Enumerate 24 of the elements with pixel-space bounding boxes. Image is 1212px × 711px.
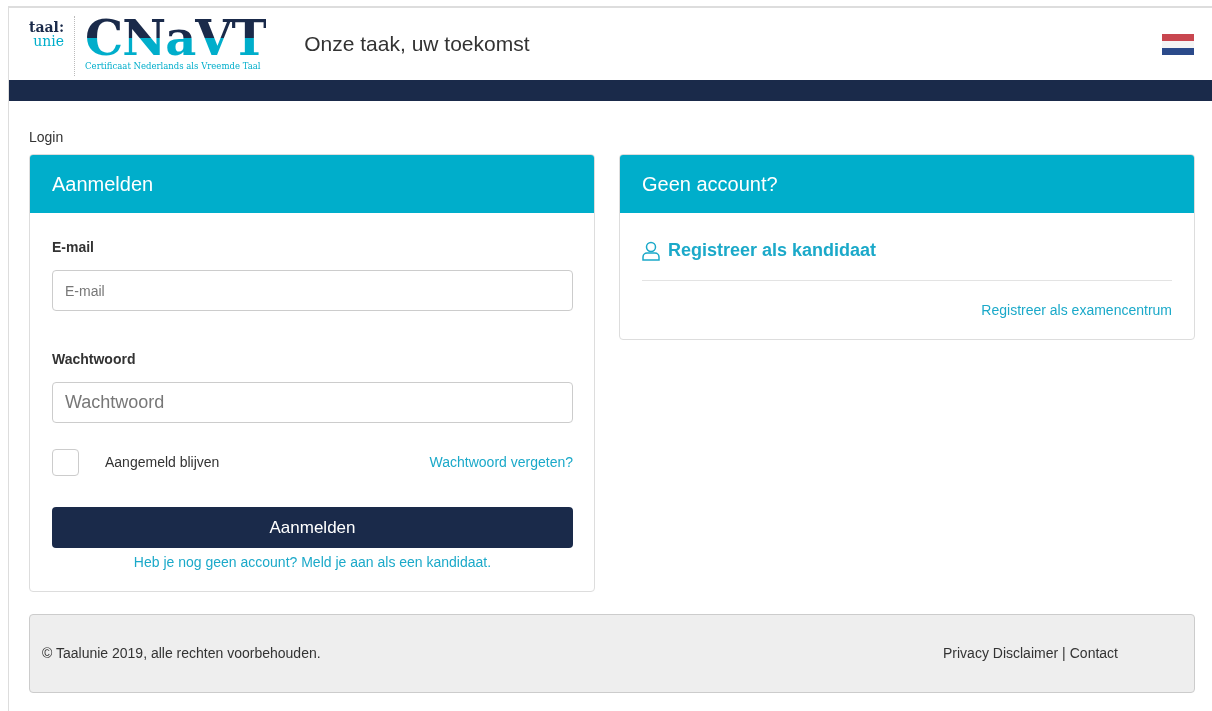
email-field[interactable]: E-mail <box>52 270 573 311</box>
flag-icon[interactable] <box>1162 33 1194 55</box>
register-candidate-link[interactable]: Registreer als kandidaat <box>668 237 877 264</box>
footer-link[interactable]: Privacy Disclaimer <box>943 643 1059 664</box>
logo-text: taal: <box>29 20 65 34</box>
password-field[interactable]: Wachtwoord <box>52 382 573 423</box>
submit-button[interactable]: Aanmelden <box>52 507 573 548</box>
copyright-text: © Taalunie 2019, alle rechten voorbehouden. <box>42 644 321 663</box>
tagline: Onze taak, uw toekomst <box>304 31 530 58</box>
checkbox-label: Aangemeld blijven <box>105 453 220 472</box>
card-header: Geen account? <box>620 155 1194 213</box>
card-header: Aanmelden <box>30 155 594 213</box>
checkbox[interactable] <box>52 449 79 476</box>
separator: | <box>1062 644 1066 663</box>
register-link[interactable]: Heb je nog geen account? Meld je aan als een kandidaat. <box>133 554 492 570</box>
forgot-password-link[interactable]: Wachtwoord vergeten? <box>429 452 573 473</box>
footer-link[interactable]: Contact <box>1069 643 1118 664</box>
breadcrumb: Login <box>29 128 65 147</box>
user-icon <box>642 240 660 261</box>
register-centre-link[interactable]: Registreer als examencentrum <box>981 302 1172 318</box>
field-label: Wachtwoord <box>52 350 137 369</box>
logo-text: unie <box>33 34 65 48</box>
field-label: E-mail <box>52 238 95 257</box>
logo-subtitle: Certificaat Nederlands als Vreemde Taal <box>85 60 262 73</box>
